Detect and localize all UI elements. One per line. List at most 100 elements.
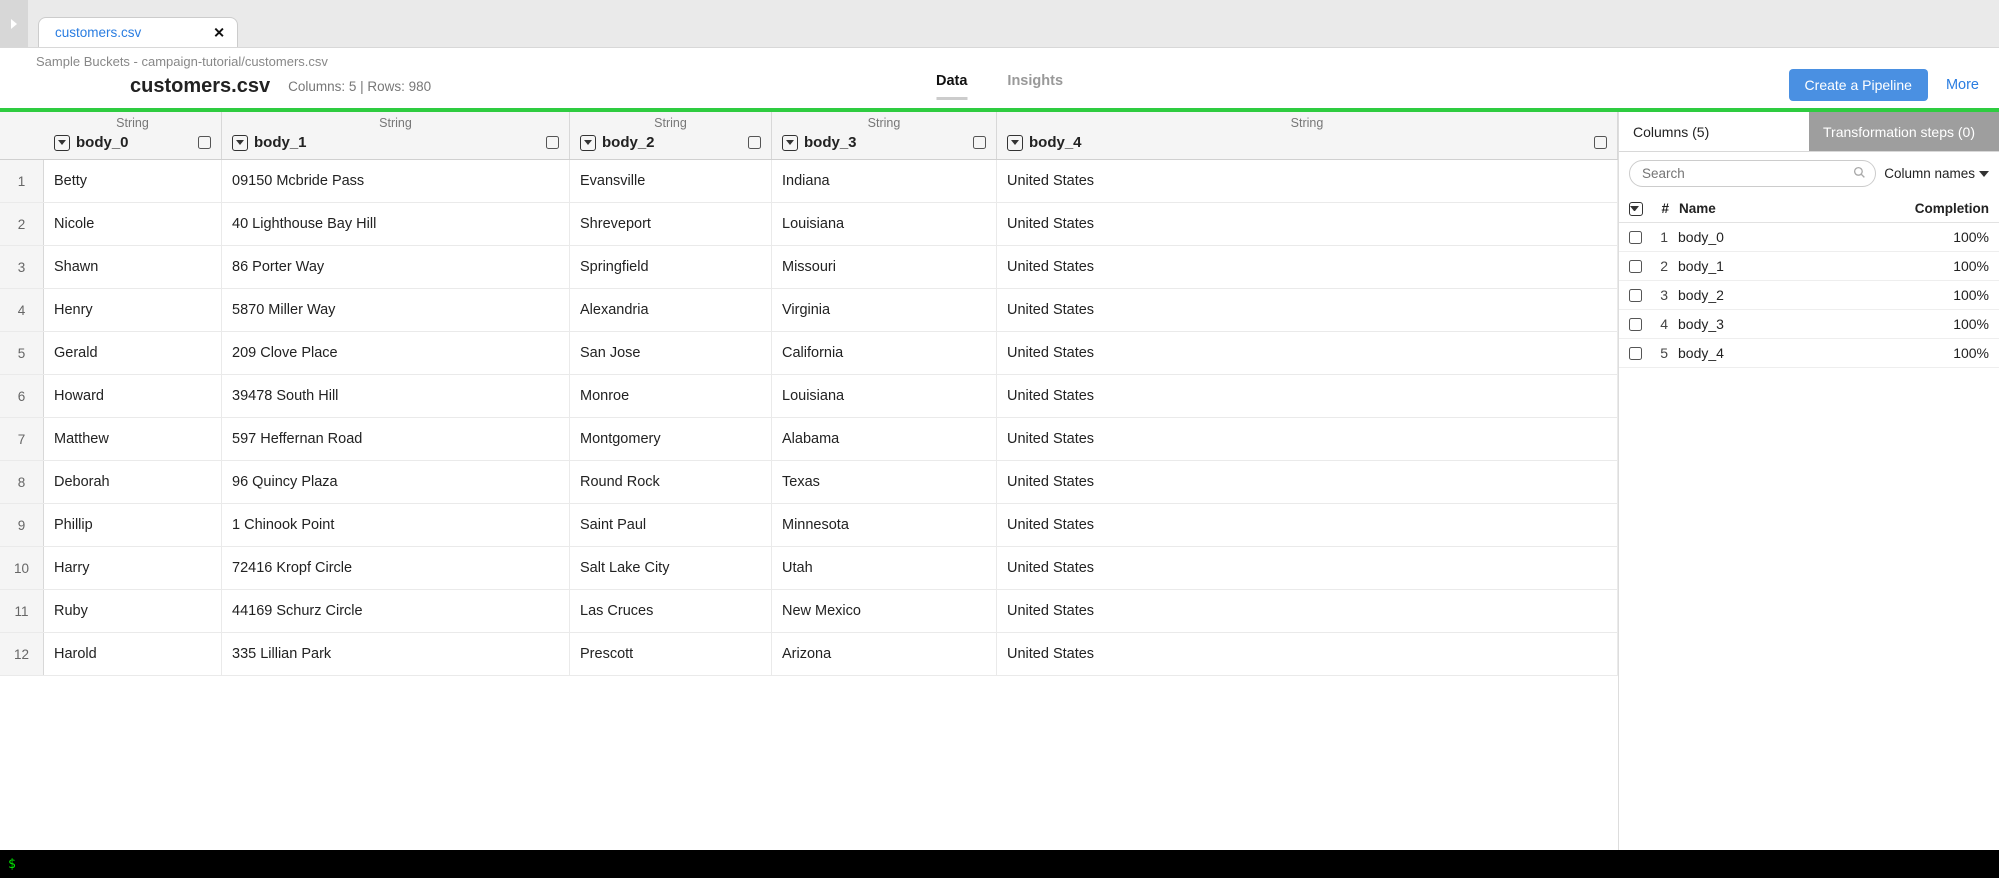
table-row[interactable]: 3Shawn86 Porter WaySpringfieldMissouriUn… — [0, 246, 1618, 289]
cell[interactable]: United States — [997, 633, 1618, 675]
search-scope-dropdown[interactable]: Column names — [1884, 166, 1989, 181]
cell[interactable]: 40 Lighthouse Bay Hill — [222, 203, 570, 245]
cell[interactable]: 86 Porter Way — [222, 246, 570, 288]
column-select-checkbox[interactable] — [748, 136, 761, 149]
cell[interactable]: United States — [997, 203, 1618, 245]
cell[interactable]: Round Rock — [570, 461, 772, 503]
cell[interactable]: Minnesota — [772, 504, 997, 546]
column-menu-icon[interactable] — [232, 135, 248, 151]
side-tab-transform[interactable]: Transformation steps (0) — [1809, 112, 1999, 152]
cell[interactable]: United States — [997, 375, 1618, 417]
column-select-checkbox[interactable] — [546, 136, 559, 149]
cell[interactable]: United States — [997, 547, 1618, 589]
table-row[interactable]: 4Henry5870 Miller WayAlexandriaVirginiaU… — [0, 289, 1618, 332]
cell[interactable]: New Mexico — [772, 590, 997, 632]
column-header-body_3[interactable]: Stringbody_3 — [772, 112, 997, 159]
column-menu-icon[interactable] — [580, 135, 596, 151]
cell[interactable]: Betty — [44, 160, 222, 202]
column-menu-icon[interactable] — [1007, 135, 1023, 151]
cell[interactable]: Shawn — [44, 246, 222, 288]
table-row[interactable]: 5Gerald209 Clove PlaceSan JoseCalifornia… — [0, 332, 1618, 375]
column-header-body_2[interactable]: Stringbody_2 — [570, 112, 772, 159]
column-list-item[interactable]: 5body_4100% — [1619, 339, 1999, 368]
cell[interactable]: Indiana — [772, 160, 997, 202]
column-checkbox[interactable] — [1629, 318, 1642, 331]
cell[interactable]: 72416 Kropf Circle — [222, 547, 570, 589]
cell[interactable]: Springfield — [570, 246, 772, 288]
cell[interactable]: Deborah — [44, 461, 222, 503]
close-tab-icon[interactable]: ✕ — [213, 24, 225, 41]
column-checkbox[interactable] — [1629, 289, 1642, 302]
table-row[interactable]: 1Betty09150 Mcbride PassEvansvilleIndian… — [0, 160, 1618, 203]
tab-data[interactable]: Data — [936, 73, 967, 100]
cell[interactable]: Gerald — [44, 332, 222, 374]
tab-insights[interactable]: Insights — [1007, 73, 1063, 100]
column-checkbox[interactable] — [1629, 260, 1642, 273]
cell[interactable]: 1 Chinook Point — [222, 504, 570, 546]
column-list-item[interactable]: 1body_0100% — [1619, 223, 1999, 252]
more-link[interactable]: More — [1946, 77, 1979, 93]
column-search-input[interactable] — [1629, 160, 1876, 187]
grid-body[interactable]: 1Betty09150 Mcbride PassEvansvilleIndian… — [0, 160, 1618, 850]
cell[interactable]: Harry — [44, 547, 222, 589]
cell[interactable]: 335 Lillian Park — [222, 633, 570, 675]
cell[interactable]: 5870 Miller Way — [222, 289, 570, 331]
cell[interactable]: Prescott — [570, 633, 772, 675]
cell[interactable]: United States — [997, 289, 1618, 331]
cell[interactable]: 96 Quincy Plaza — [222, 461, 570, 503]
cell[interactable]: 39478 South Hill — [222, 375, 570, 417]
cell[interactable]: 09150 Mcbride Pass — [222, 160, 570, 202]
cell[interactable]: Harold — [44, 633, 222, 675]
table-row[interactable]: 7Matthew597 Heffernan RoadMontgomeryAlab… — [0, 418, 1618, 461]
cell[interactable]: United States — [997, 461, 1618, 503]
cell[interactable]: Phillip — [44, 504, 222, 546]
cell[interactable]: Shreveport — [570, 203, 772, 245]
column-select-checkbox[interactable] — [198, 136, 211, 149]
table-row[interactable]: 2Nicole40 Lighthouse Bay HillShreveportL… — [0, 203, 1618, 246]
cell[interactable]: Ruby — [44, 590, 222, 632]
cell[interactable]: United States — [997, 504, 1618, 546]
cell[interactable]: Matthew — [44, 418, 222, 460]
column-header-body_0[interactable]: Stringbody_0 — [44, 112, 222, 159]
cell[interactable]: Nicole — [44, 203, 222, 245]
cell[interactable]: United States — [997, 246, 1618, 288]
column-header-body_4[interactable]: Stringbody_4 — [997, 112, 1618, 159]
select-all-toggle[interactable] — [1629, 202, 1643, 216]
cell[interactable]: California — [772, 332, 997, 374]
cell[interactable]: Alexandria — [570, 289, 772, 331]
column-menu-icon[interactable] — [782, 135, 798, 151]
create-pipeline-button[interactable]: Create a Pipeline — [1789, 69, 1928, 101]
table-row[interactable]: 10Harry72416 Kropf CircleSalt Lake CityU… — [0, 547, 1618, 590]
cell[interactable]: Louisiana — [772, 375, 997, 417]
cell[interactable]: United States — [997, 418, 1618, 460]
cell[interactable]: San Jose — [570, 332, 772, 374]
cell[interactable]: Missouri — [772, 246, 997, 288]
cell[interactable]: 597 Heffernan Road — [222, 418, 570, 460]
column-select-checkbox[interactable] — [1594, 136, 1607, 149]
cell[interactable]: 44169 Schurz Circle — [222, 590, 570, 632]
table-row[interactable]: 6Howard39478 South HillMonroeLouisianaUn… — [0, 375, 1618, 418]
cell[interactable]: Utah — [772, 547, 997, 589]
cell[interactable]: 209 Clove Place — [222, 332, 570, 374]
column-menu-icon[interactable] — [54, 135, 70, 151]
cell[interactable]: Alabama — [772, 418, 997, 460]
file-tab-customers[interactable]: customers.csv ✕ — [38, 17, 238, 47]
cell[interactable]: Montgomery — [570, 418, 772, 460]
table-row[interactable]: 11Ruby44169 Schurz CircleLas CrucesNew M… — [0, 590, 1618, 633]
cell[interactable]: Henry — [44, 289, 222, 331]
cell[interactable]: Evansville — [570, 160, 772, 202]
table-row[interactable]: 12Harold335 Lillian ParkPrescottArizonaU… — [0, 633, 1618, 676]
column-list-item[interactable]: 4body_3100% — [1619, 310, 1999, 339]
cell[interactable]: Louisiana — [772, 203, 997, 245]
column-list-item[interactable]: 3body_2100% — [1619, 281, 1999, 310]
cell[interactable]: United States — [997, 590, 1618, 632]
column-checkbox[interactable] — [1629, 231, 1642, 244]
terminal[interactable]: $ — [0, 850, 1999, 878]
table-row[interactable]: 8Deborah96 Quincy PlazaRound RockTexasUn… — [0, 461, 1618, 504]
column-header-body_1[interactable]: Stringbody_1 — [222, 112, 570, 159]
cell[interactable]: Texas — [772, 461, 997, 503]
cell[interactable]: United States — [997, 160, 1618, 202]
cell[interactable]: Virginia — [772, 289, 997, 331]
column-select-checkbox[interactable] — [973, 136, 986, 149]
cell[interactable]: Arizona — [772, 633, 997, 675]
